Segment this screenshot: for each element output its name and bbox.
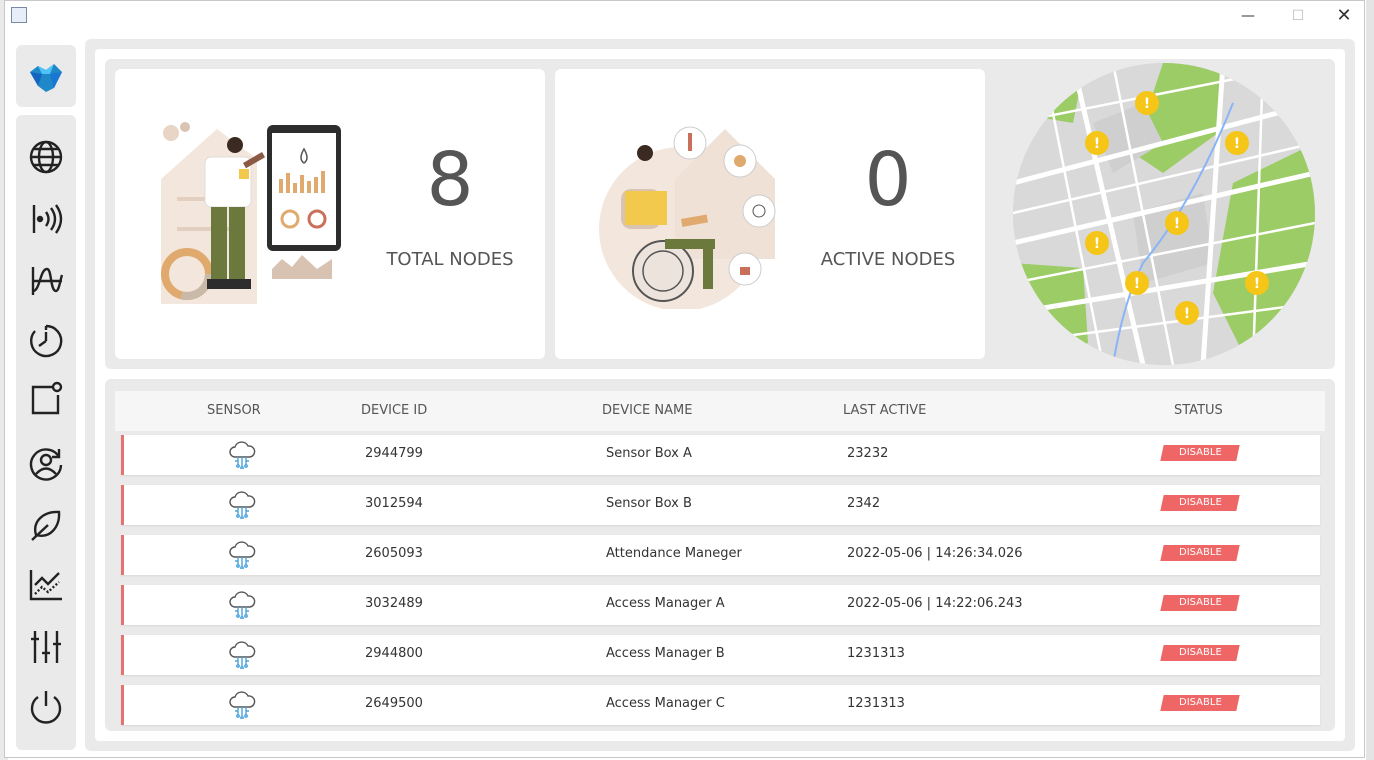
table-row[interactable]: 3032489 Access Manager A 2022-05-06 | 14… — [121, 585, 1320, 625]
device-id-cell: 2649500 — [365, 696, 423, 711]
table-row[interactable]: 2605093 Attendance Maneger 2022-05-06 | … — [121, 535, 1320, 575]
cloud-sensor-icon — [229, 541, 256, 569]
svg-text:!: ! — [1094, 236, 1100, 252]
sidebar — [16, 45, 76, 750]
stats-panel: 8 TOTAL NODES 0 ACTIVE NODES ! ! ! ! ! !… — [105, 59, 1335, 369]
iceberg-logo-icon — [30, 64, 62, 92]
sliders-icon — [31, 631, 61, 663]
svg-text:!: ! — [1134, 276, 1140, 292]
close-button[interactable]: ✕ — [1329, 6, 1359, 26]
last-active-cell: 2342 — [847, 496, 881, 511]
cloud-sensor-icon — [229, 691, 256, 719]
header-sensor: SENSOR — [207, 403, 261, 418]
svg-text:!: ! — [1184, 306, 1190, 322]
header-last-active: LAST ACTIVE — [843, 403, 927, 418]
user-refresh-icon — [29, 448, 63, 481]
device-id-cell: 3012594 — [365, 496, 423, 511]
cloud-sensor-icon — [229, 491, 256, 519]
svg-text:!: ! — [1144, 96, 1150, 112]
table-header: SENSOR DEVICE ID DEVICE NAME LAST ACTIVE… — [115, 391, 1325, 431]
nav-item-logout[interactable] — [26, 687, 66, 727]
logo-container — [16, 45, 76, 107]
main-inner: 8 TOTAL NODES 0 ACTIVE NODES ! ! ! ! ! !… — [95, 49, 1345, 741]
notification-icon — [31, 381, 63, 415]
table-row[interactable]: 3012594 Sensor Box B 2342 DISABLE — [121, 485, 1320, 525]
header-device-id: DEVICE ID — [361, 403, 428, 418]
total-nodes-card: 8 TOTAL NODES — [115, 69, 545, 359]
device-name-cell: Sensor Box B — [606, 496, 692, 511]
active-nodes-card: 0 ACTIVE NODES — [555, 69, 985, 359]
java-app-icon — [11, 7, 27, 23]
svg-text:!: ! — [1254, 276, 1260, 292]
status-badge[interactable]: DISABLE — [1160, 595, 1240, 611]
svg-text:!: ! — [1174, 216, 1180, 232]
status-badge[interactable]: DISABLE — [1160, 545, 1240, 561]
total-nodes-label: TOTAL NODES — [386, 249, 514, 270]
last-active-cell: 2022-05-06 | 14:22:06.243 — [847, 596, 1023, 611]
nav-item-waveform[interactable] — [26, 261, 66, 301]
nav-item-globe[interactable] — [26, 137, 66, 177]
nav-item-settings[interactable] — [26, 627, 66, 667]
header-status: STATUS — [1174, 403, 1223, 418]
svg-text:!: ! — [1094, 136, 1100, 152]
minimize-button[interactable]: — — [1233, 6, 1263, 26]
device-id-cell: 3032489 — [365, 596, 423, 611]
app-window: — ☐ ✕ 8 TOTAL NODES 0 ACTIVE NODES ! ! !… — [4, 0, 1365, 758]
device-id-cell: 2944799 — [365, 446, 423, 461]
cloud-sensor-icon — [229, 591, 256, 619]
header-device-name: DEVICE NAME — [602, 403, 693, 418]
timer-icon — [30, 324, 63, 358]
cloud-sensor-icon — [229, 441, 256, 469]
waveform-icon — [31, 267, 64, 295]
main-content: 8 TOTAL NODES 0 ACTIVE NODES ! ! ! ! ! !… — [85, 39, 1355, 751]
smart-home-illustration — [599, 126, 776, 309]
nav-item-analytics[interactable] — [26, 565, 66, 605]
nodes-map[interactable]: ! ! ! ! ! ! ! ! — [1013, 63, 1315, 365]
nav-menu — [16, 115, 76, 750]
city-map-image: ! ! ! ! ! ! ! ! — [1013, 63, 1315, 365]
devices-table: SENSOR DEVICE ID DEVICE NAME LAST ACTIVE… — [105, 379, 1335, 731]
nav-item-notification[interactable] — [26, 379, 66, 419]
background-right — [1366, 0, 1374, 760]
title-bar: — ☐ ✕ — [5, 1, 1364, 33]
nav-item-timer[interactable] — [26, 321, 66, 361]
active-nodes-label: ACTIVE NODES — [820, 249, 956, 270]
device-name-cell: Access Manager C — [606, 696, 725, 711]
device-id-cell: 2605093 — [365, 546, 423, 561]
status-badge[interactable]: DISABLE — [1160, 695, 1240, 711]
status-badge[interactable]: DISABLE — [1160, 495, 1240, 511]
device-name-cell: Sensor Box A — [606, 446, 692, 461]
status-badge[interactable]: DISABLE — [1160, 645, 1240, 661]
table-row[interactable]: 2944800 Access Manager B 1231313 DISABLE — [121, 635, 1320, 675]
nav-item-users[interactable] — [26, 443, 66, 483]
table-row[interactable]: 2649500 Access Manager C 1231313 DISABLE — [121, 685, 1320, 725]
data-analyst-illustration — [161, 122, 341, 304]
leaf-icon — [31, 510, 61, 541]
chart-icon — [29, 570, 62, 601]
signal-icon — [32, 204, 63, 234]
last-active-cell: 1231313 — [847, 646, 905, 661]
nav-item-leaf[interactable] — [26, 505, 66, 545]
last-active-cell: 1231313 — [847, 696, 905, 711]
active-nodes-value: 0 — [864, 137, 912, 223]
power-icon — [30, 691, 62, 724]
device-id-cell: 2944800 — [365, 646, 423, 661]
status-badge[interactable]: DISABLE — [1160, 445, 1240, 461]
nav-item-signal[interactable] — [26, 199, 66, 239]
cloud-sensor-icon — [229, 641, 256, 669]
device-name-cell: Access Manager B — [606, 646, 725, 661]
device-name-cell: Attendance Maneger — [606, 546, 742, 561]
last-active-cell: 2022-05-06 | 14:26:34.026 — [847, 546, 1023, 561]
last-active-cell: 23232 — [847, 446, 889, 461]
maximize-button[interactable]: ☐ — [1283, 6, 1313, 26]
device-name-cell: Access Manager A — [606, 596, 725, 611]
svg-text:!: ! — [1234, 136, 1240, 152]
table-row[interactable]: 2944799 Sensor Box A 23232 DISABLE — [121, 435, 1320, 475]
total-nodes-value: 8 — [426, 137, 474, 223]
globe-icon — [29, 140, 63, 174]
